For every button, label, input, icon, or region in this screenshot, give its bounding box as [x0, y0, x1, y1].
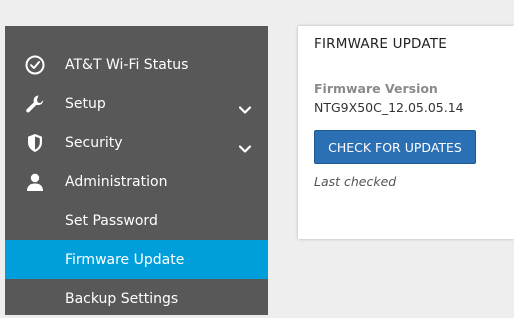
sidebar-item-label: Firmware Update	[65, 251, 185, 268]
sidebar-item-label: Set Password	[65, 212, 158, 229]
wrench-icon	[24, 93, 46, 115]
sidebar-subitem-firmware-update[interactable]: Firmware Update	[5, 240, 268, 279]
check-for-updates-button[interactable]: CHECK FOR UPDATES	[314, 130, 476, 164]
chevron-down-icon[interactable]	[238, 139, 252, 153]
sidebar-item-label: AT&T Wi-Fi Status	[65, 56, 189, 73]
shield-icon	[24, 132, 46, 154]
sidebar-item-setup[interactable]: Setup	[5, 84, 268, 123]
check-circle-icon	[24, 54, 46, 76]
sidebar-item-label: Setup	[65, 95, 106, 112]
sidebar-item-label: Security	[65, 134, 123, 151]
sidebar-item-administration[interactable]: Administration	[5, 162, 268, 201]
sidebar-item-security[interactable]: Security	[5, 123, 268, 162]
user-icon	[24, 171, 46, 193]
chevron-down-icon[interactable]	[238, 100, 252, 114]
firmware-version-label: Firmware Version	[314, 81, 438, 96]
sidebar-item-wifi-status[interactable]: AT&T Wi-Fi Status	[5, 45, 268, 84]
last-checked-text: Last checked	[314, 174, 397, 189]
sidebar-item-label: Backup Settings	[65, 290, 179, 307]
sidebar-subitem-backup-settings[interactable]: Backup Settings	[5, 279, 268, 318]
sidebar-nav: AT&T Wi-Fi Status Setup Security Adminis…	[5, 26, 268, 315]
firmware-update-card: FIRMWARE UPDATE Firmware Version NTG9X50…	[298, 26, 514, 239]
sidebar-subitem-set-password[interactable]: Set Password	[5, 201, 268, 240]
card-title: FIRMWARE UPDATE	[314, 36, 447, 52]
firmware-version-value: NTG9X50C_12.05.05.14	[314, 100, 464, 115]
sidebar-item-label: Administration	[65, 173, 168, 190]
